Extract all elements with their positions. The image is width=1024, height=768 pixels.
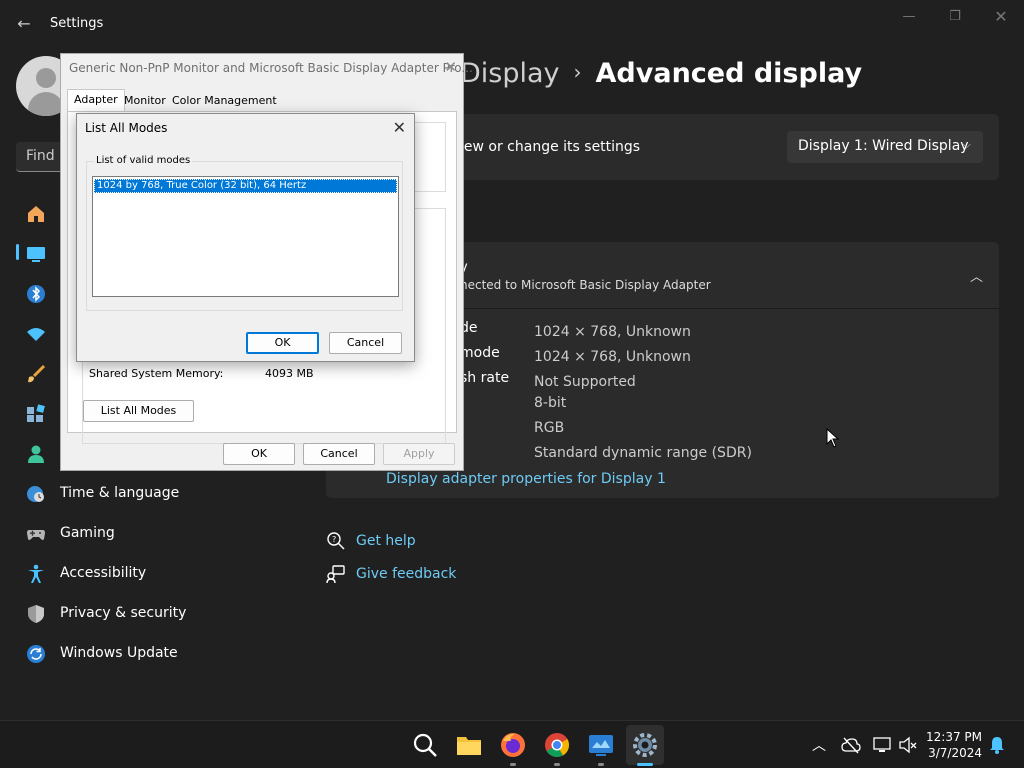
shared-memory-label: Shared System Memory: bbox=[89, 367, 224, 380]
dialog-title: Generic Non-PnP Monitor and Microsoft Ba… bbox=[69, 61, 473, 75]
app-title: Settings bbox=[50, 16, 104, 31]
info-row: 8-bit bbox=[534, 395, 567, 411]
home-icon bbox=[28, 206, 44, 222]
display-select-dropdown[interactable]: Display 1: Wired Display ⌵ bbox=[787, 131, 983, 163]
apply-button: Apply bbox=[383, 443, 455, 465]
sidebar-item-privacy-security[interactable]: Privacy & security bbox=[16, 596, 316, 632]
apps-icon bbox=[27, 404, 45, 422]
taskbar: ︿ 12:37 PM 3/7/2024 bbox=[0, 720, 1024, 768]
tab-adapter[interactable]: Adapter bbox=[67, 89, 125, 112]
running-indicator bbox=[554, 763, 560, 766]
display-adapter-properties-link[interactable]: Display adapter properties for Display 1 bbox=[386, 471, 666, 487]
close-icon[interactable]: ✕ bbox=[988, 8, 1014, 26]
chevron-right-icon: › bbox=[573, 60, 582, 84]
cloud-offline-icon[interactable] bbox=[841, 735, 861, 755]
breadcrumb: Display › Advanced display bbox=[460, 58, 862, 89]
feedback-icon bbox=[326, 565, 345, 584]
shared-memory-value: 4093 MB bbox=[265, 367, 314, 380]
page-title: Advanced display bbox=[595, 58, 863, 89]
remote-desktop-icon[interactable] bbox=[587, 731, 615, 759]
minimize-icon[interactable]: — bbox=[896, 8, 922, 26]
chevron-up-icon[interactable]: ︿ bbox=[970, 266, 983, 285]
settings-gear-icon[interactable] bbox=[631, 731, 659, 759]
sidebar-item-accessibility[interactable]: Accessibility bbox=[16, 556, 316, 592]
breadcrumb-parent[interactable]: Display bbox=[460, 58, 560, 89]
sidebar-item-gaming[interactable]: Gaming bbox=[16, 516, 316, 552]
running-indicator-active bbox=[637, 763, 653, 766]
brush-icon bbox=[28, 364, 46, 383]
valid-modes-label: List of valid modes bbox=[94, 155, 193, 166]
list-all-modes-button[interactable]: List All Modes bbox=[83, 400, 194, 422]
network-icon[interactable] bbox=[872, 735, 892, 755]
shield-icon bbox=[28, 605, 44, 623]
running-indicator bbox=[598, 763, 604, 766]
volume-muted-icon[interactable] bbox=[898, 735, 918, 755]
chrome-icon[interactable] bbox=[543, 731, 571, 759]
close-icon[interactable]: ✕ bbox=[444, 58, 457, 76]
info-row: Standard dynamic range (SDR) bbox=[534, 445, 752, 461]
modes-listbox[interactable]: 1024 by 768, True Color (32 bit), 64 Her… bbox=[92, 176, 399, 297]
globe-clock-icon bbox=[27, 486, 44, 502]
clock-time: 12:37 PM bbox=[926, 730, 982, 744]
clock-date: 3/7/2024 bbox=[928, 746, 982, 760]
info-row: RGB bbox=[534, 420, 565, 436]
list-all-modes-dialog: List All Modes ✕ List of valid modes 102… bbox=[76, 113, 415, 362]
help-chat-icon: ? bbox=[327, 532, 345, 550]
title-bar: ← Settings — ❐ ✕ bbox=[0, 0, 1024, 48]
system-clock[interactable]: 12:37 PM 3/7/2024 bbox=[924, 729, 982, 761]
svg-text:?: ? bbox=[332, 535, 336, 544]
close-icon[interactable]: ✕ bbox=[393, 118, 406, 137]
sidebar-item-windows-update[interactable]: Windows Update bbox=[16, 636, 316, 672]
give-feedback-link[interactable]: Give feedback bbox=[326, 564, 456, 584]
list-item[interactable]: 1024 by 768, True Color (32 bit), 64 Her… bbox=[94, 179, 397, 193]
running-indicator bbox=[510, 763, 516, 766]
chevron-up-icon[interactable]: ︿ bbox=[809, 735, 829, 755]
info-row: de 1024 × 768, Unknown bbox=[460, 320, 691, 340]
accessibility-icon bbox=[28, 564, 44, 583]
display-info-subtitle: nected to Microsoft Basic Display Adapte… bbox=[460, 278, 711, 292]
maximize-icon[interactable]: ❐ bbox=[942, 8, 968, 26]
ok-button[interactable]: OK bbox=[223, 443, 295, 465]
select-display-description: iew or change its settings bbox=[460, 139, 641, 155]
sidebar-item-time-language[interactable]: Time & language bbox=[16, 476, 316, 512]
bluetooth-icon bbox=[27, 285, 45, 303]
mouse-cursor-icon bbox=[826, 428, 840, 448]
firefox-icon[interactable] bbox=[499, 731, 527, 759]
search-icon[interactable] bbox=[411, 731, 439, 759]
info-row: sh rate Not Supported bbox=[460, 370, 636, 390]
chevron-down-icon: ⌵ bbox=[962, 138, 971, 151]
file-explorer-icon[interactable] bbox=[455, 731, 483, 759]
modes-ok-button[interactable]: OK bbox=[246, 332, 319, 354]
info-row: mode 1024 × 768, Unknown bbox=[460, 345, 691, 365]
gamepad-icon bbox=[27, 530, 45, 540]
cancel-button[interactable]: Cancel bbox=[303, 443, 375, 465]
tab-monitor[interactable]: Monitor bbox=[118, 91, 172, 111]
tab-color-management[interactable]: Color Management bbox=[166, 91, 283, 111]
monitor-icon bbox=[27, 247, 45, 262]
update-icon bbox=[27, 645, 45, 663]
back-arrow-icon[interactable]: ← bbox=[14, 14, 34, 34]
wifi-icon bbox=[27, 328, 45, 341]
person-icon bbox=[28, 445, 44, 463]
modes-cancel-button[interactable]: Cancel bbox=[329, 332, 402, 354]
notification-bell-icon[interactable] bbox=[987, 735, 1007, 755]
get-help-link[interactable]: ? Get help bbox=[326, 531, 416, 551]
modes-dialog-title: List All Modes bbox=[85, 121, 168, 135]
